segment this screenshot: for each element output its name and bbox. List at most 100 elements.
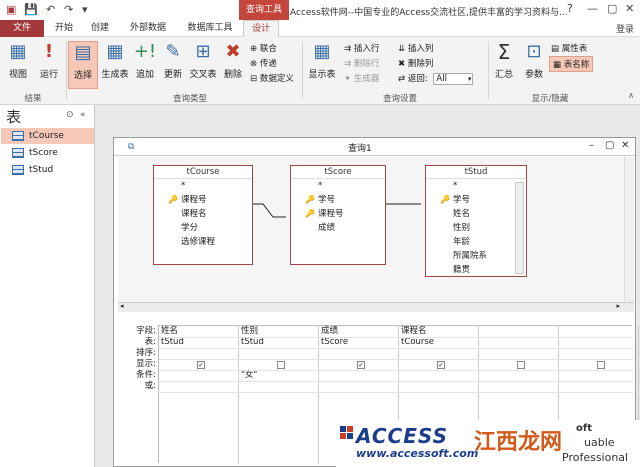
grid-table-cell[interactable]: tCourse — [401, 337, 434, 348]
tab-design[interactable]: 设计 — [243, 20, 279, 37]
field-list-scrollbar[interactable] — [515, 182, 524, 274]
customize-qat-icon[interactable]: ▾ — [82, 3, 88, 17]
redo-icon[interactable]: ↷ — [64, 3, 73, 17]
grid-field-cell[interactable]: 姓名 — [161, 326, 178, 337]
table-names-button[interactable]: ▦ 表名称 — [549, 56, 594, 72]
crosstab-icon: ⊞ — [195, 41, 211, 62]
save-icon[interactable]: 💾 — [24, 3, 38, 17]
query-restore-button[interactable]: ▢ — [605, 140, 614, 151]
field-list-item[interactable]: 姓名 — [426, 207, 526, 221]
grid-field-cell[interactable]: 成绩 — [321, 326, 338, 337]
field-list-item[interactable]: 🔑 课程号 — [291, 207, 385, 221]
primary-key-icon: 🔑 — [440, 195, 450, 204]
insert-cols-button[interactable]: ⇊ 插入列 — [398, 42, 433, 54]
grid-field-cell[interactable]: 性别 — [241, 326, 258, 337]
show-checkbox[interactable]: ✓ — [197, 361, 205, 369]
field-list-item[interactable]: 籍贯 — [426, 263, 526, 277]
tab-home[interactable]: 开始 — [48, 20, 80, 37]
row-label-or: 或: — [144, 381, 156, 391]
field-list-item[interactable]: 课程名 — [154, 207, 252, 221]
watermark-url: www.accessoft.com — [356, 447, 479, 460]
show-checkbox[interactable]: ✓ — [357, 361, 365, 369]
tab-create[interactable]: 创建 — [84, 20, 116, 37]
scroll-right-icon[interactable]: ▸ — [616, 302, 620, 310]
query-window-header: ⧉ 查询1 – ▢ ✕ — [114, 138, 635, 156]
grid-criteria-cell[interactable]: "女" — [241, 370, 257, 381]
nav-item-tcourse[interactable]: tCourse — [1, 128, 94, 144]
field-list-item[interactable]: * — [426, 179, 526, 193]
scroll-left-icon[interactable]: ◂ — [120, 302, 124, 310]
tab-external-data[interactable]: 外部数据 — [120, 20, 176, 37]
show-checkbox[interactable] — [597, 361, 605, 369]
grid-field-cell[interactable]: 课程名 — [401, 326, 427, 337]
show-checkbox[interactable] — [277, 361, 285, 369]
grid-table-cell[interactable]: tScore — [321, 337, 348, 348]
run-button[interactable]: ! 运行 — [36, 41, 62, 80]
restore-button[interactable]: ▢ — [607, 2, 617, 15]
grid-table-cell[interactable]: tStud — [161, 337, 184, 348]
watermark-overlay-logo: 江西龙网 — [474, 430, 563, 455]
delete-cols-button[interactable]: ✖ 删除列 — [398, 57, 433, 69]
collapse-nav-icon[interactable]: « — [80, 110, 86, 120]
delete-rows-button[interactable]: ⇉ 删除行 — [344, 57, 379, 69]
table-icon — [12, 148, 24, 158]
property-sheet-button[interactable]: ▤ 属性表 — [551, 42, 587, 54]
field-list-tcourse[interactable]: tCourse * 🔑 课程号 课程名 学分 选修课程 — [153, 165, 253, 265]
table-pane-vscrollbar[interactable] — [624, 157, 634, 302]
make-table-button[interactable]: ▦ 生成表 — [100, 41, 130, 80]
field-list-item[interactable]: * — [291, 179, 385, 193]
crosstab-button[interactable]: ⊞ 交叉表 — [188, 41, 218, 80]
field-list-item[interactable]: 年龄 — [426, 235, 526, 249]
delete-query-button[interactable]: ✖ 删除 — [220, 41, 246, 80]
update-button[interactable]: ✎ 更新 — [160, 41, 186, 80]
undo-icon[interactable]: ↶ — [46, 3, 55, 17]
field-list-item[interactable]: 🔑 学号 — [291, 193, 385, 207]
view-button[interactable]: ▦ 视图 — [4, 41, 32, 80]
data-definition-label: 数据定义 — [259, 74, 294, 84]
nav-item-tscore[interactable]: tScore — [1, 145, 94, 161]
show-checkbox[interactable] — [517, 361, 525, 369]
query-minimize-button[interactable]: – — [589, 140, 594, 151]
totals-button[interactable]: Σ 汇总 — [491, 41, 517, 80]
insert-rows-button[interactable]: ⇉ 插入行 — [344, 42, 379, 54]
make-table-icon: ▦ — [106, 41, 124, 62]
return-select[interactable]: All ▾ — [433, 73, 474, 85]
nav-item-tstud[interactable]: tStud — [1, 162, 94, 178]
grid-column[interactable]: 性别 tStud "女" — [239, 326, 319, 464]
show-table-button[interactable]: ▦ 显示表 — [306, 41, 338, 80]
field-list-item[interactable]: 选修课程 — [154, 235, 252, 249]
show-checkbox[interactable]: ✓ — [437, 361, 445, 369]
login-link[interactable]: 登录 — [616, 22, 634, 35]
field-name: 课程名 — [181, 209, 207, 219]
tab-database-tools[interactable]: 数据库工具 — [180, 20, 240, 37]
field-list-item[interactable]: 成绩 — [291, 221, 385, 235]
field-list-tstud[interactable]: tStud * 🔑 学号 姓名 性别 年龄 所属院系 籍贯 — [425, 165, 527, 277]
field-list-item[interactable]: 🔑 学号 — [426, 193, 526, 207]
append-button[interactable]: +! 追加 — [132, 41, 158, 80]
close-button[interactable]: ✕ — [625, 2, 634, 15]
grid-column[interactable]: 姓名 tStud ✓ — [159, 326, 239, 464]
select-query-button[interactable]: ▤ 选择 — [68, 41, 98, 89]
field-name: 所属院系 — [453, 251, 488, 261]
pass-through-button[interactable]: ⊗ 传递 — [250, 57, 277, 69]
help-button[interactable]: ? — [567, 2, 573, 15]
field-list-item[interactable]: 学分 — [154, 221, 252, 235]
sigma-icon: Σ — [497, 40, 511, 64]
grid-table-cell[interactable]: tStud — [241, 337, 264, 348]
nav-menu-chevron-icon[interactable]: ⊙ — [66, 110, 74, 120]
field-list-item[interactable]: 🔑 课程号 — [154, 193, 252, 207]
collapse-ribbon-icon[interactable]: ∧ — [628, 91, 634, 101]
select-query-icon: ▤ — [74, 42, 92, 63]
field-list-item[interactable]: 性别 — [426, 221, 526, 235]
data-definition-button[interactable]: ⊟ 数据定义 — [250, 72, 294, 84]
minimize-button[interactable]: — — [587, 2, 598, 15]
field-list-item[interactable]: * — [154, 179, 252, 193]
tab-file[interactable]: 文件 — [0, 20, 44, 37]
union-button[interactable]: ⊕ 联合 — [250, 42, 277, 54]
query-close-button[interactable]: ✕ — [621, 140, 629, 151]
field-list-tscore[interactable]: tScore * 🔑 学号 🔑 课程号 成绩 — [290, 165, 386, 265]
field-list-item[interactable]: 所属院系 — [426, 249, 526, 263]
parameters-button[interactable]: ⊡ 参数 — [521, 41, 547, 80]
pane-splitter[interactable]: ◂ ▸ — [118, 302, 634, 312]
builder-button[interactable]: ✦ 生成器 — [344, 72, 379, 84]
